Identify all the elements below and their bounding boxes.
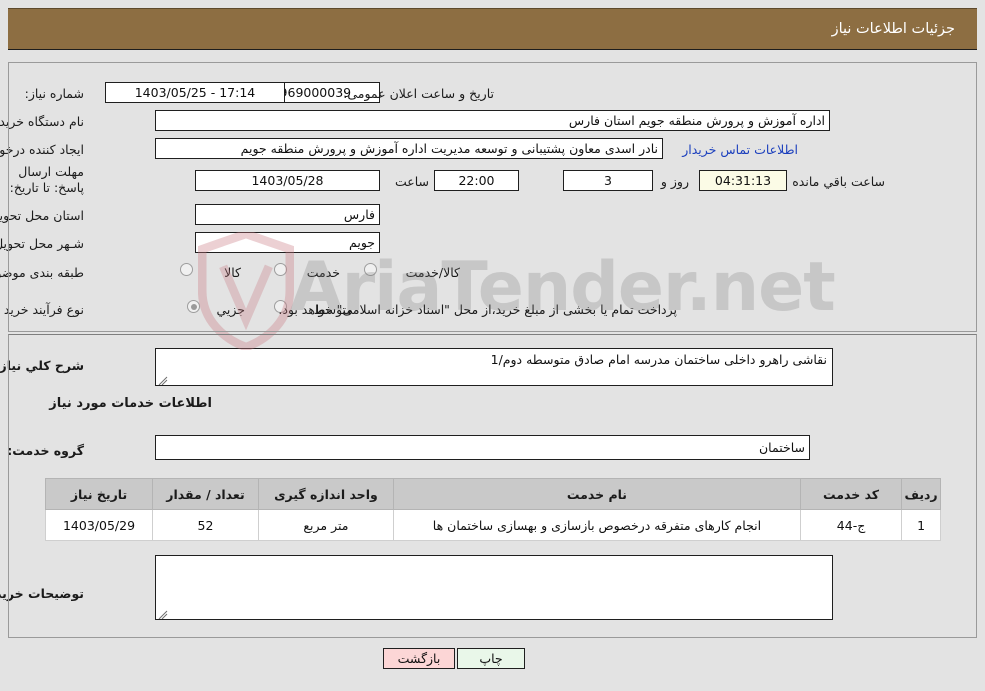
col-code: کد خدمت	[799, 478, 903, 510]
col-row: ردیف	[901, 478, 941, 510]
print-button[interactable]: چاپ	[457, 648, 525, 669]
cell-qty: 52	[152, 509, 259, 541]
page-header: جزئیات اطلاعات نیاز	[8, 8, 977, 50]
page-title: جزئیات اطلاعات نیاز	[831, 21, 955, 37]
col-unit: واحد اندازه گیری	[257, 478, 394, 510]
table-row[interactable]: 1 ج-44 انجام کارهای متفرقه درخصوص بازساز…	[44, 509, 941, 541]
col-date: تاریخ نیاز	[44, 478, 154, 510]
need-info-panel	[8, 62, 977, 332]
col-name: نام خدمت	[392, 478, 801, 510]
col-qty: تعداد / مقدار	[152, 478, 259, 510]
cell-date: 1403/05/29	[44, 509, 154, 541]
cell-row: 1	[901, 509, 941, 541]
table-header-row: ردیف کد خدمت نام خدمت واحد اندازه گیری ت…	[44, 478, 941, 510]
cell-code: ج-44	[799, 509, 903, 541]
back-button[interactable]: بازگشت	[383, 648, 455, 669]
cell-unit: متر مربع	[257, 509, 394, 541]
services-table: ردیف کد خدمت نام خدمت واحد اندازه گیری ت…	[44, 478, 941, 541]
cell-name: انجام کارهای متفرقه درخصوص بازسازی و بهس…	[392, 509, 801, 541]
